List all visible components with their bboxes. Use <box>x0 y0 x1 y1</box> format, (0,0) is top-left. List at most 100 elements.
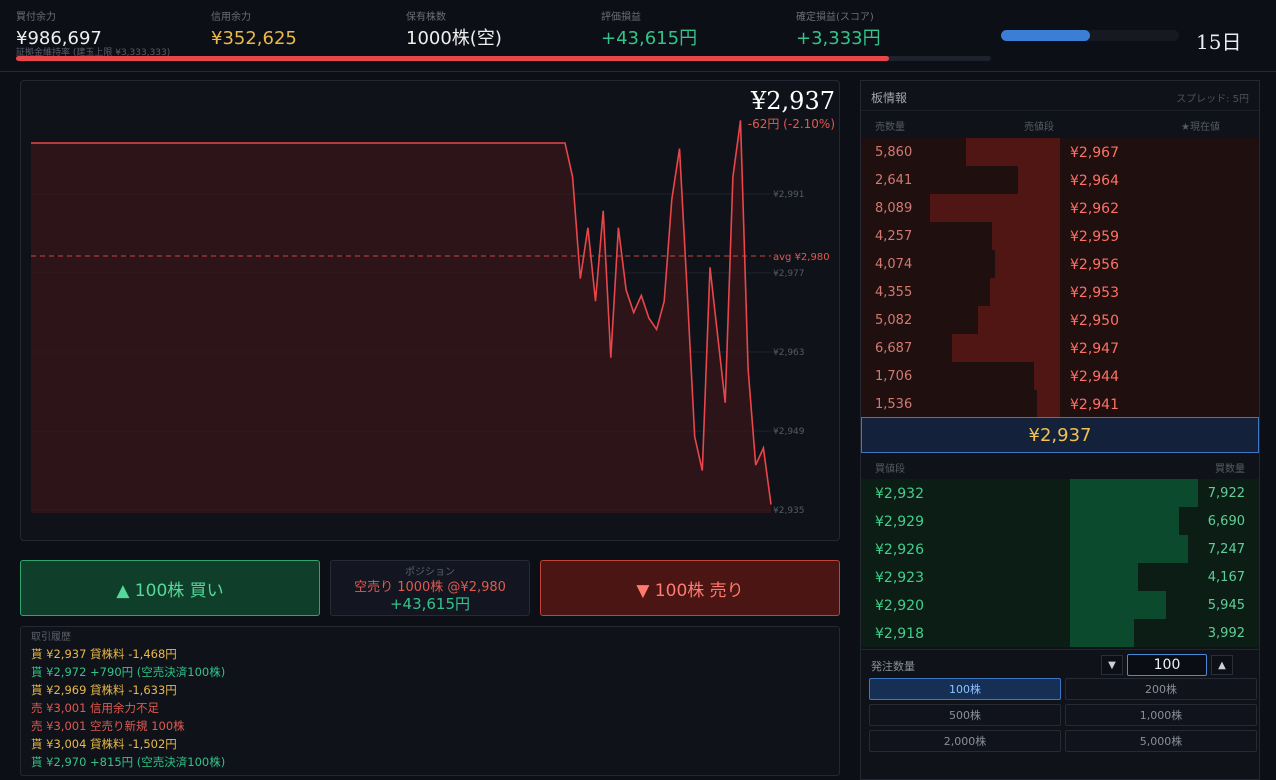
ask-depth-bar <box>1036 390 1060 418</box>
bid-qty: 5,945 <box>1207 598 1245 613</box>
order-qty-label: 発注数量 <box>871 660 915 673</box>
ask-qty: 8,089 <box>875 201 913 216</box>
ask-row[interactable]: 6,687 ¥2,947 <box>861 334 1259 362</box>
day-progress-bar <box>1001 30 1179 41</box>
history-text: ¥3,001 信用余力不足 <box>46 701 160 715</box>
ask-qty: 2,641 <box>875 173 913 188</box>
credit-stat: 信用余力 ¥352,625 <box>211 10 297 52</box>
day-counter: 15日 <box>1196 30 1242 54</box>
bid-row[interactable]: ¥2,918 3,992 <box>861 619 1259 647</box>
order-panel: 発注数量 ▼ ▲ 100株200株500株1,000株2,000株5,000株 <box>861 649 1259 779</box>
qty-decrease-button[interactable]: ▼ <box>1101 655 1123 675</box>
qty-preset-button[interactable]: 100株 <box>869 678 1061 700</box>
ask-qty: 4,257 <box>875 229 913 244</box>
bid-qty: 6,690 <box>1207 514 1245 529</box>
history-row: 貰 ¥3,004 貸株料 -1,502円 <box>31 735 829 753</box>
ask-price: ¥2,964 <box>1070 173 1119 189</box>
history-list: 貰 ¥2,937 貸株料 -1,468円貰 ¥2,972 +790円 (空売決済… <box>31 645 829 771</box>
bid-row[interactable]: ¥2,932 7,922 <box>861 479 1259 507</box>
spread-label: スプレッド: 5円 <box>1176 94 1249 105</box>
ask-row[interactable]: 2,641 ¥2,964 <box>861 166 1259 194</box>
y-tick-label: ¥2,991 <box>773 190 805 200</box>
qty-preset-button[interactable]: 5,000株 <box>1065 730 1257 752</box>
history-row: 貰 ¥2,972 +790円 (空売決済100株) <box>31 663 829 681</box>
history-row: 売 ¥3,001 信用余力不足 <box>31 699 829 717</box>
bid-row[interactable]: ¥2,920 5,945 <box>861 591 1259 619</box>
ask-price: ¥2,959 <box>1070 229 1119 245</box>
history-text: ¥2,972 +790円 (空売決済100株) <box>46 665 226 679</box>
buy-button[interactable]: ▲ 100株 買い <box>20 560 320 616</box>
bid-qty: 4,167 <box>1207 570 1245 585</box>
bid-row[interactable]: ¥2,929 6,690 <box>861 507 1259 535</box>
history-text: ¥2,969 貸株料 -1,633円 <box>46 683 177 697</box>
history-side: 貰 <box>31 755 47 769</box>
y-tick-label: ¥2,963 <box>773 348 805 358</box>
history-row: 貰 ¥2,970 +815円 (空売決済100株) <box>31 753 829 771</box>
ask-qty: 1,536 <box>875 397 913 412</box>
y-tick-label: ¥2,949 <box>773 427 805 437</box>
ask-qty: 5,860 <box>875 145 913 160</box>
ask-depth-bar <box>992 222 1060 250</box>
ask-depth-bar <box>989 278 1060 306</box>
ask-row[interactable]: 4,257 ¥2,959 <box>861 222 1259 250</box>
qty-preset-button[interactable]: 2,000株 <box>869 730 1061 752</box>
ask-row[interactable]: 4,074 ¥2,956 <box>861 250 1259 278</box>
history-side: 売 <box>31 719 47 733</box>
price-chart[interactable]: ¥2,991 ¥2,977 ¥2,963 ¥2,949 ¥2,935 avg ¥2,980… <box>20 80 840 541</box>
bid-depth-bar <box>1070 535 1188 563</box>
bid-price: ¥2,929 <box>875 514 924 530</box>
stats-bar: 買付余力 ¥986,697 信用余力 ¥352,625 保有株数 1000株(空… <box>0 0 1276 72</box>
holdings-stat: 保有株数 1000株(空) <box>406 10 502 52</box>
bid-row[interactable]: ¥2,923 4,167 <box>861 563 1259 591</box>
ask-price: ¥2,962 <box>1070 201 1119 217</box>
credit-value: ¥352,625 <box>211 28 297 49</box>
history-row: 貰 ¥2,969 貸株料 -1,633円 <box>31 681 829 699</box>
ask-row[interactable]: 8,089 ¥2,962 <box>861 194 1259 222</box>
qty-increase-button[interactable]: ▲ <box>1211 655 1233 675</box>
qty-preset-button[interactable]: 500株 <box>869 704 1061 726</box>
ask-price: ¥2,947 <box>1070 341 1119 357</box>
history-side: 貰 <box>31 683 47 697</box>
ask-qty: 5,082 <box>875 313 913 328</box>
realized-label: 確定損益(スコア) <box>796 12 874 23</box>
history-row: 貰 ¥2,937 貸株料 -1,468円 <box>31 645 829 663</box>
trade-history: 取引履歴 貰 ¥2,937 貸株料 -1,468円貰 ¥2,972 +790円 … <box>20 626 840 776</box>
ask-price: ¥2,967 <box>1070 145 1119 161</box>
ask-row[interactable]: 5,082 ¥2,950 <box>861 306 1259 334</box>
history-text: ¥2,970 +815円 (空売決済100株) <box>46 755 226 769</box>
bid-depth-bar <box>1070 563 1138 591</box>
bid-depth-bar <box>1070 591 1166 619</box>
current-price: ¥2,937 <box>751 87 835 115</box>
sell-button[interactable]: ▼ 100株 売り <box>540 560 840 616</box>
bid-depth-bar <box>1070 479 1198 507</box>
price-chart-svg: ¥2,991 ¥2,977 ¥2,963 ¥2,949 ¥2,935 avg ¥2,980 <box>31 120 830 516</box>
ask-qty-header: 売数量 <box>875 122 905 133</box>
ask-depth-bar <box>930 194 1060 222</box>
order-book: 板情報 スプレッド: 5円 売数量 売値段 ★現在値 5,860 ¥2,967 2,… <box>860 80 1260 780</box>
cash-label: 買付余力 <box>16 12 56 23</box>
order-qty-input[interactable] <box>1127 654 1207 676</box>
qty-preset-button[interactable]: 200株 <box>1065 678 1257 700</box>
y-tick-label: ¥2,935 <box>773 506 805 516</box>
history-text: ¥3,004 貸株料 -1,502円 <box>46 737 177 751</box>
qty-preset-button[interactable]: 1,000株 <box>1065 704 1257 726</box>
ask-row[interactable]: 1,536 ¥2,941 <box>861 390 1259 418</box>
current-price-marker-header: ★現在値 <box>1181 122 1220 133</box>
realized-value: +3,333円 <box>796 28 881 49</box>
bid-row[interactable]: ¥2,926 7,247 <box>861 535 1259 563</box>
ask-row[interactable]: 1,706 ¥2,944 <box>861 362 1259 390</box>
ask-depth-bar <box>1034 362 1060 390</box>
ask-row[interactable]: 4,355 ¥2,953 <box>861 278 1259 306</box>
ask-row[interactable]: 5,860 ¥2,967 <box>861 138 1259 166</box>
history-text: ¥2,937 貸株料 -1,468円 <box>46 647 177 661</box>
ask-price: ¥2,944 <box>1070 369 1119 385</box>
y-tick-label: ¥2,977 <box>773 269 805 279</box>
bid-qty: 7,922 <box>1207 486 1245 501</box>
ask-qty: 1,706 <box>875 369 913 384</box>
unrealized-stat: 評価損益 +43,615円 <box>601 10 697 52</box>
order-book-title: 板情報 <box>871 91 908 105</box>
ask-price: ¥2,953 <box>1070 285 1119 301</box>
price-change: -62円 (-2.10%) <box>747 117 835 131</box>
history-text: ¥3,001 空売り新規 100株 <box>46 719 185 733</box>
history-side: 貰 <box>31 665 47 679</box>
